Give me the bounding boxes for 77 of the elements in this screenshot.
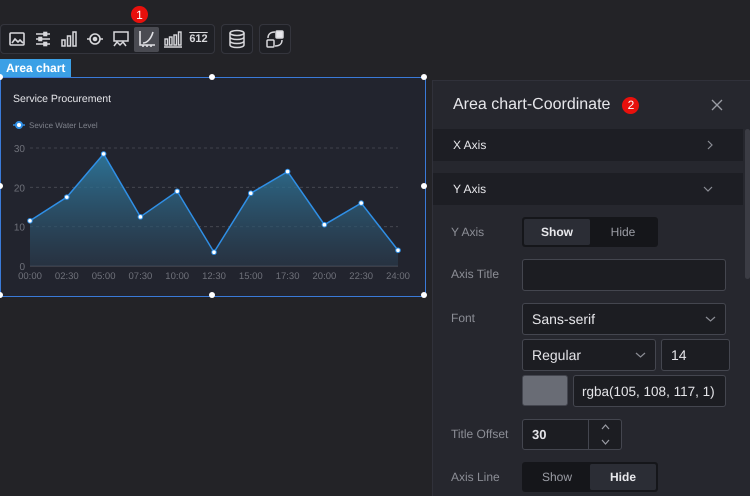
point — [322, 222, 328, 228]
resize-handle[interactable] — [209, 74, 215, 80]
x-tick-label: 22:30 — [349, 271, 374, 282]
step-badge: 2 — [622, 96, 640, 114]
y-tick-label: 10 — [14, 222, 25, 234]
number-tool-button[interactable]: 612 — [186, 26, 211, 52]
chevron-down-icon — [705, 316, 716, 322]
section-header[interactable]: Y Axis — [433, 173, 743, 205]
point — [395, 247, 401, 254]
field-label: Y Axis — [451, 224, 486, 241]
increment-icon[interactable] — [600, 424, 610, 430]
x-tick-label: 10:00 — [165, 271, 190, 282]
screen-icon — [112, 30, 130, 48]
x-tick-label: 07:30 — [128, 271, 152, 282]
close-icon[interactable] — [711, 99, 723, 111]
legend-label: Sevice Water Level — [29, 121, 98, 130]
x-tick-label: 17:30 — [276, 271, 300, 282]
field-label: Title Offset — [451, 426, 510, 443]
point — [174, 188, 180, 194]
y-tick-label: 30 — [14, 144, 25, 155]
point — [100, 151, 106, 157]
tool-button[interactable] — [221, 24, 253, 54]
target-icon — [86, 30, 104, 48]
x-tick-label: 02:30 — [54, 271, 79, 282]
point — [358, 200, 364, 206]
resize-handle[interactable] — [209, 292, 215, 298]
chevron-down-icon — [635, 352, 646, 358]
chart-card[interactable]: Service Procurement Sevice Water Level 0 10 20 30 00:00 02:30 05:00 07:30 10:00 12:30 15:00 17:30 20:00 22:30 24:00 — [0, 77, 426, 297]
bar-chart-icon — [60, 30, 78, 48]
color-field[interactable]: rgba(105, 108, 117, 1) — [573, 375, 726, 407]
x-tick-label: 15:00 — [238, 271, 263, 282]
panel-title: Area chart-Coordinate — [453, 96, 610, 114]
toggle-option[interactable]: Show — [524, 219, 590, 245]
point — [211, 249, 217, 256]
decrement-icon[interactable] — [600, 438, 610, 445]
field-label: Axis Title — [451, 266, 500, 283]
step-badge: 1 — [131, 6, 148, 23]
section-header[interactable]: X Axis — [433, 129, 743, 161]
point — [27, 218, 33, 224]
resize-handle[interactable] — [421, 74, 427, 80]
input-field[interactable] — [522, 259, 726, 291]
y-tick-label: 0 — [19, 262, 25, 273]
number-stepper[interactable]: 30 — [522, 419, 622, 450]
x-tick-label: 05:00 — [92, 271, 116, 282]
sliders-icon — [34, 30, 52, 48]
field-label: Font — [451, 310, 476, 327]
x-tick-label: 00:00 — [18, 271, 42, 282]
legend-marker-icon — [13, 121, 25, 129]
font-weight-select[interactable]: Regular — [522, 339, 656, 371]
histogram-icon — [162, 30, 182, 48]
image-icon — [8, 30, 26, 48]
color-swatch[interactable] — [522, 375, 568, 406]
x-tick-label: 20:00 — [312, 271, 336, 282]
point — [64, 194, 70, 200]
x-tick-label: 12:30 — [202, 271, 226, 282]
toggle-option[interactable]: Show — [524, 464, 590, 490]
font-family-select[interactable]: Sans-serif — [522, 303, 726, 335]
point — [248, 190, 254, 196]
chevron-down-icon — [703, 186, 713, 192]
database-icon — [228, 29, 246, 49]
resize-handle[interactable] — [421, 292, 427, 298]
chart-title: Service Procurement — [13, 93, 112, 105]
x-tick-label: 24:00 — [386, 271, 410, 282]
point — [138, 214, 144, 220]
connect-icon — [265, 29, 285, 49]
resize-handle[interactable] — [421, 183, 427, 189]
component-label: Area chart — [0, 59, 72, 77]
area-chart-icon — [136, 29, 156, 49]
y-tick-label: 20 — [14, 183, 25, 194]
point — [284, 168, 290, 174]
toggle-option[interactable]: Hide — [590, 219, 656, 245]
chevron-right-icon — [707, 140, 713, 150]
font-size-field[interactable]: 14 — [661, 339, 730, 371]
tool-button[interactable] — [134, 26, 159, 52]
field-label: Axis Line — [451, 469, 501, 486]
toggle-option[interactable]: Hide — [590, 464, 656, 490]
tool-button[interactable] — [259, 24, 291, 54]
